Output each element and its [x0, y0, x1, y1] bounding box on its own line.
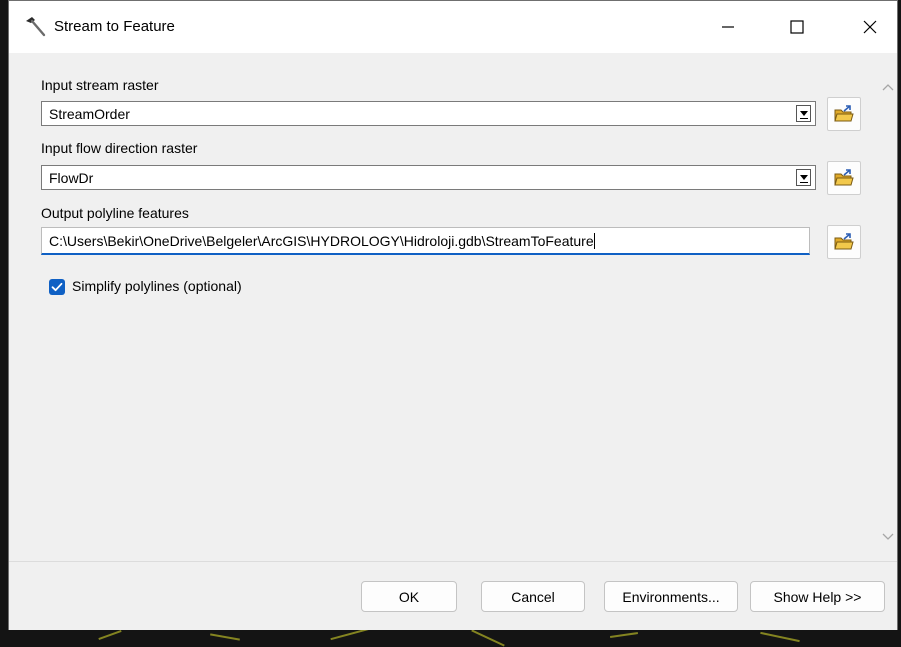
close-button[interactable] [847, 1, 893, 53]
vertical-scrollbar[interactable] [879, 53, 897, 561]
output-polyline-features-value: C:\Users\Bekir\OneDrive\Belgeler\ArcGIS\… [49, 233, 594, 249]
maximize-button[interactable] [774, 1, 820, 53]
input-stream-raster-value: StreamOrder [49, 106, 130, 122]
input-flow-direction-raster-combobox[interactable]: FlowDr [41, 165, 816, 190]
browse-output-polyline-features-button[interactable] [827, 225, 861, 259]
output-polyline-features-input[interactable]: C:\Users\Bekir\OneDrive\Belgeler\ArcGIS\… [41, 227, 810, 255]
folder-open-icon [834, 233, 854, 250]
minimize-button[interactable] [705, 1, 751, 53]
chevron-down-icon[interactable] [796, 105, 811, 122]
close-icon [863, 20, 877, 34]
chevron-down-icon[interactable] [796, 169, 811, 186]
folder-open-icon [834, 169, 854, 186]
dialog-footer: OK Cancel Environments... Show Help >> [9, 561, 897, 630]
window-title: Stream to Feature [54, 18, 175, 35]
hammer-icon [23, 15, 47, 39]
parameters-panel: Input stream raster StreamOrder Input fl… [9, 53, 879, 560]
chevron-up-icon[interactable] [882, 82, 894, 94]
environments-button[interactable]: Environments... [604, 581, 738, 612]
map-background-stroke [760, 631, 800, 643]
map-background-stroke [210, 633, 240, 641]
cancel-button[interactable]: Cancel [481, 581, 585, 612]
output-polyline-features-label: Output polyline features [41, 205, 189, 221]
title-bar[interactable]: Stream to Feature [9, 1, 897, 53]
browse-input-stream-raster-button[interactable] [827, 97, 861, 131]
maximize-icon [790, 20, 804, 34]
simplify-polylines-label[interactable]: Simplify polylines (optional) [72, 278, 242, 294]
chevron-down-icon[interactable] [882, 530, 894, 542]
map-background-stroke [609, 632, 639, 638]
map-background-stroke [98, 629, 122, 641]
input-flow-direction-raster-label: Input flow direction raster [41, 140, 198, 156]
input-stream-raster-label: Input stream raster [41, 77, 159, 93]
stream-to-feature-dialog: Stream to Feature Input stream raster St… [8, 0, 898, 630]
input-flow-direction-raster-value: FlowDr [49, 170, 94, 186]
text-caret [593, 233, 595, 249]
folder-open-icon [834, 105, 854, 122]
input-stream-raster-combobox[interactable]: StreamOrder [41, 101, 816, 126]
simplify-polylines-checkbox[interactable] [49, 279, 65, 295]
minimize-icon [722, 26, 734, 28]
ok-button[interactable]: OK [361, 581, 457, 612]
show-help-button[interactable]: Show Help >> [750, 581, 885, 612]
browse-input-flow-direction-raster-button[interactable] [827, 161, 861, 195]
checkmark-icon [51, 282, 63, 292]
